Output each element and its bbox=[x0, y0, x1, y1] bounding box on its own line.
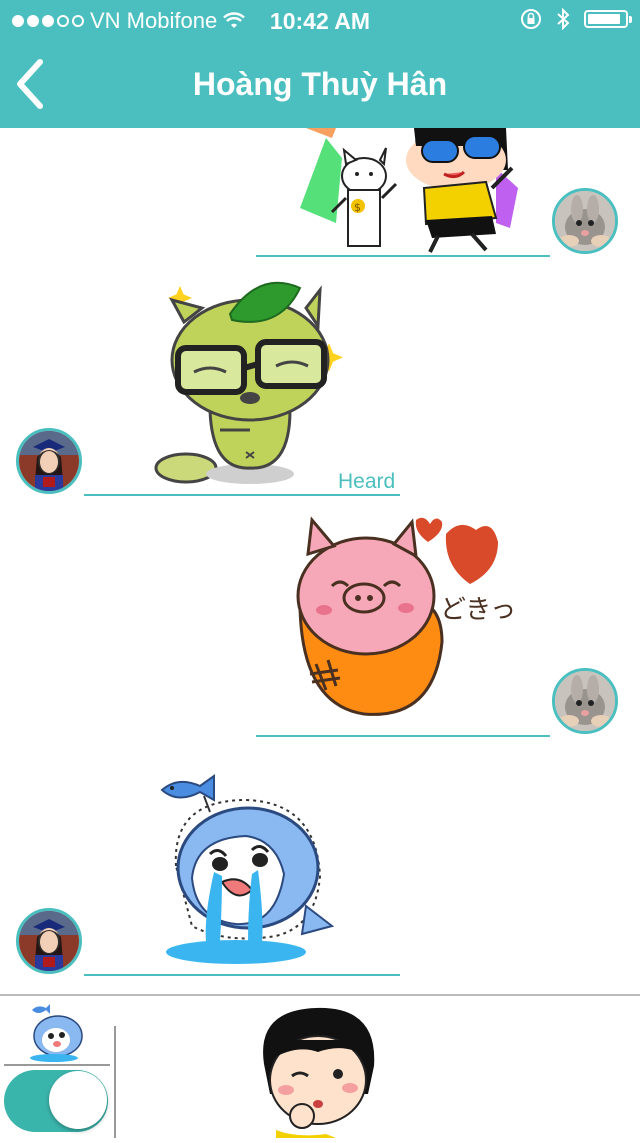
nav-bar: Hoàng Thuỳ Hân bbox=[0, 40, 640, 128]
sticker-toggle-switch[interactable] bbox=[4, 1070, 108, 1132]
sticker-composer bbox=[0, 994, 640, 1138]
message-underline bbox=[84, 974, 400, 976]
page-title: Hoàng Thuỳ Hân bbox=[192, 66, 448, 102]
rabbit-avatar[interactable] bbox=[552, 188, 618, 254]
message-underline bbox=[256, 735, 550, 737]
top-bar: VN Mobifone 10:42 AM Hoàng Thuỳ Hân bbox=[0, 0, 640, 128]
selected-sticker-thumb[interactable] bbox=[24, 1002, 90, 1062]
status-icons bbox=[520, 8, 632, 30]
rabbit-avatar[interactable] bbox=[552, 668, 618, 734]
girl-sunglasses-cat-sticker[interactable]: $ bbox=[296, 128, 526, 254]
message-status: Heard bbox=[338, 470, 396, 493]
bluetooth-icon bbox=[557, 8, 570, 30]
girl-graduation-avatar[interactable] bbox=[16, 908, 82, 974]
message-underline bbox=[256, 255, 550, 257]
status-bar: VN Mobifone 10:42 AM bbox=[0, 0, 640, 40]
battery-icon bbox=[584, 10, 632, 28]
sticker-caption: どきっ bbox=[440, 595, 516, 625]
rotation-lock-icon bbox=[521, 9, 541, 29]
composer-divider bbox=[114, 1026, 116, 1138]
girl-graduation-avatar[interactable] bbox=[16, 428, 82, 494]
pig-heart-dokitsu-sticker[interactable]: どきっ bbox=[294, 514, 524, 726]
message-underline bbox=[84, 494, 400, 496]
leaf-raccoon-glasses-sticker[interactable] bbox=[150, 280, 350, 490]
toggle-knob bbox=[49, 1071, 107, 1129]
thumb-underline bbox=[4, 1064, 110, 1066]
girl-ok-wink-sticker[interactable] bbox=[256, 1004, 382, 1138]
crying-shark-fish-sticker[interactable] bbox=[156, 756, 346, 968]
svg-text:$: $ bbox=[354, 201, 361, 214]
